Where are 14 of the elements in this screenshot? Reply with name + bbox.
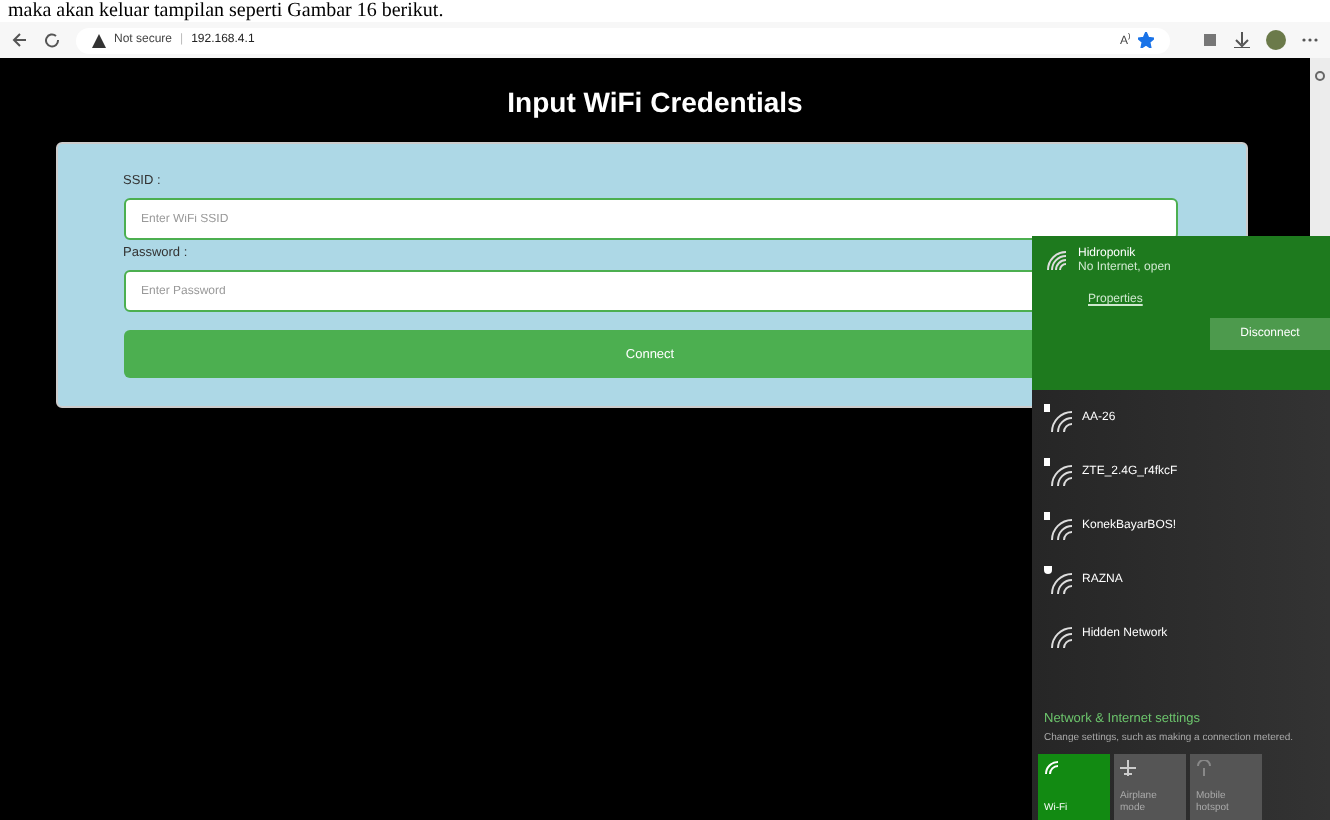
profile-avatar-icon[interactable] (1266, 30, 1286, 50)
refresh-icon[interactable] (44, 32, 60, 48)
download-icon[interactable] (1234, 32, 1250, 48)
locked-wifi-icon (1044, 457, 1072, 485)
locked-wifi-icon (1044, 511, 1072, 539)
wifi-icon (1044, 248, 1068, 272)
page-title: Input WiFi Credentials (507, 86, 803, 118)
shielded-wifi-icon (1044, 565, 1072, 593)
star-icon[interactable] (1138, 32, 1154, 48)
caption-text: maka akan keluar tampilan seperti Gambar 16 berikut. (8, 0, 444, 22)
back-icon[interactable] (12, 32, 28, 48)
wifi-icon (1044, 760, 1060, 776)
warning-icon (92, 33, 106, 47)
locked-wifi-icon (1044, 403, 1072, 431)
